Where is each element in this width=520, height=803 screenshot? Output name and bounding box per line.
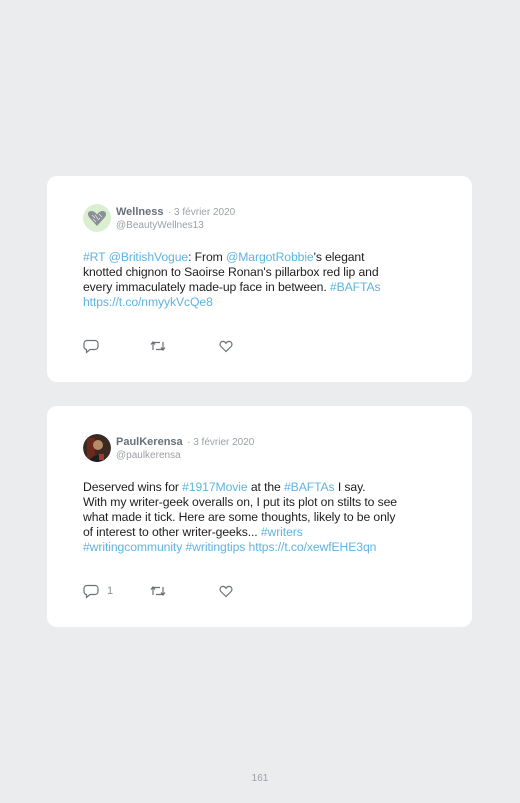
tweet-date: · 3 février 2020	[167, 207, 236, 218]
tweet-actions	[83, 338, 283, 354]
page-number: 161	[251, 773, 269, 784]
tweet-link[interactable]: #BAFTAs	[284, 480, 335, 494]
tweet-header: Wellness · 3 février 2020 @BeautyWellnes…	[116, 204, 235, 232]
reply-button[interactable]	[83, 338, 107, 354]
author-handle[interactable]: @BeautyWellnes13	[116, 219, 235, 232]
tweet-header: PaulKerensa · 3 février 2020 @paulkerens…	[116, 434, 254, 462]
retweet-icon	[150, 586, 166, 596]
like-button[interactable]	[219, 583, 233, 599]
reply-count: 1	[107, 585, 114, 597]
like-icon	[219, 340, 233, 352]
reply-button[interactable]: 1	[83, 583, 113, 599]
avatar[interactable]	[83, 434, 111, 462]
author-handle[interactable]: @paulkerensa	[116, 449, 254, 462]
avatar[interactable]	[83, 204, 111, 232]
tweet-link[interactable]: #RT @BritishVogue	[83, 250, 188, 264]
heart-avatar-icon	[83, 204, 111, 232]
like-icon	[219, 585, 233, 597]
retweet-icon	[150, 341, 166, 351]
tweet-text: Deserved wins for #1917Movie at the #BAF…	[83, 480, 443, 555]
tweet-text-segment: : From	[188, 250, 226, 264]
retweet-button[interactable]	[150, 583, 166, 599]
reply-icon	[83, 584, 99, 599]
tweet-actions: 1	[83, 583, 283, 599]
tweet-card: PaulKerensa · 3 février 2020 @paulkerens…	[47, 406, 472, 627]
tweet-link[interactable]: @MargotRobbie	[226, 250, 314, 264]
tweet-card: Wellness · 3 février 2020 @BeautyWellnes…	[47, 176, 472, 382]
photo-avatar-icon	[83, 434, 111, 462]
tweet-text: #RT @BritishVogue: From @MargotRobbie's …	[83, 250, 443, 310]
tweet-date: · 3 février 2020	[187, 437, 255, 448]
like-button[interactable]	[219, 338, 233, 354]
tweet-link[interactable]: #1917Movie	[182, 480, 248, 494]
author-name[interactable]: PaulKerensa	[116, 436, 183, 448]
retweet-button[interactable]	[150, 338, 166, 354]
reply-icon	[83, 339, 99, 354]
tweet-text-segment: at the	[247, 480, 284, 494]
tweet-text-segment: Deserved wins for	[83, 480, 183, 494]
author-name[interactable]: Wellness	[116, 206, 164, 218]
